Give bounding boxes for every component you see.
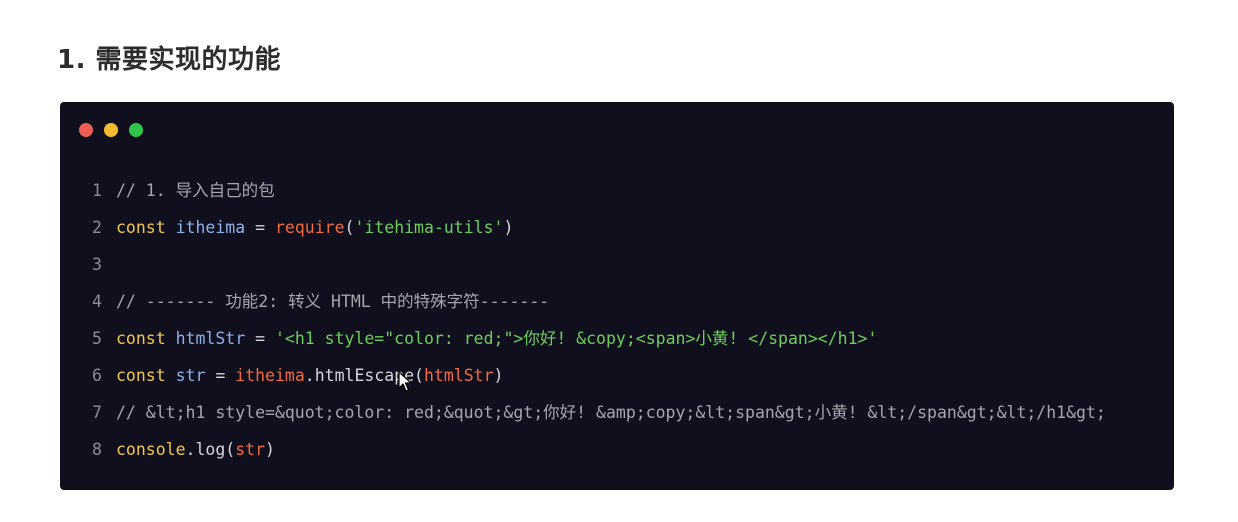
code-token: const: [116, 366, 166, 385]
code-token: htmlStr: [424, 366, 494, 385]
code-token: const: [116, 329, 166, 348]
code-line: 1 // 1. 导入自己的包: [92, 172, 1106, 209]
line-number: 3: [92, 255, 102, 274]
minimize-dot[interactable]: [104, 123, 118, 137]
line-number: 4: [92, 292, 102, 311]
code-line: 6 const str = itheima .htmlEscape(htmlStr): [92, 357, 1106, 394]
line-number: 1: [92, 181, 102, 200]
code-token: ): [503, 218, 514, 237]
code-line: 2 const itheima = require('itehima-utils'…: [92, 209, 1106, 246]
code-token: '<h1 style="color: red;">你好! &copy;<span…: [274, 329, 878, 348]
code-token: const: [116, 218, 166, 237]
code-token: str: [175, 366, 206, 385]
page-heading: 1. 需要实现的功能: [57, 45, 282, 75]
code-token: itheima: [175, 218, 246, 237]
code-line: 8 console .log(str): [92, 431, 1106, 468]
code-token: console: [116, 440, 186, 459]
code-token: =: [245, 218, 275, 237]
code-token: htmlStr: [175, 329, 246, 348]
line-number: 8: [92, 440, 102, 459]
close-dot[interactable]: [79, 123, 93, 137]
code-line: 5 const htmlStr = '<h1 style="color: red;…: [92, 320, 1106, 357]
code-token: itheima: [235, 366, 305, 385]
code-token: =: [205, 366, 236, 385]
code-token: ): [493, 366, 504, 385]
code-token: (: [344, 218, 355, 237]
code-token: str: [235, 440, 266, 459]
line-number: 5: [92, 329, 102, 348]
code-token: .log(: [185, 440, 236, 459]
code-token: // ------- 功能2: 转义 HTML 中的特殊字符-------: [116, 292, 550, 311]
code-block: 1 // 1. 导入自己的包 2 const itheima = require('i…: [92, 172, 1106, 468]
code-line: 4 // ------- 功能2: 转义 HTML 中的特殊字符-------: [92, 283, 1106, 320]
maximize-dot[interactable]: [129, 123, 143, 137]
mouse-pointer-icon: [398, 371, 412, 392]
line-number: 7: [92, 403, 102, 422]
code-token: ): [265, 440, 275, 459]
line-number: 2: [92, 218, 102, 237]
code-token: // 1. 导入自己的包: [116, 181, 275, 200]
code-line: 3: [92, 246, 1106, 283]
code-window: 1 // 1. 导入自己的包 2 const itheima = require('i…: [60, 102, 1174, 490]
code-token: // &lt;h1 style=&quot;color: red;&quot;&…: [116, 403, 1106, 422]
code-line: 7 // &lt;h1 style=&quot;color: red;&quot;…: [92, 394, 1106, 431]
code-token: require: [274, 218, 345, 237]
window-controls: [79, 123, 154, 137]
code-token: =: [245, 329, 275, 348]
line-number: 6: [92, 366, 102, 385]
code-token: 'itehima-utils': [354, 218, 504, 237]
